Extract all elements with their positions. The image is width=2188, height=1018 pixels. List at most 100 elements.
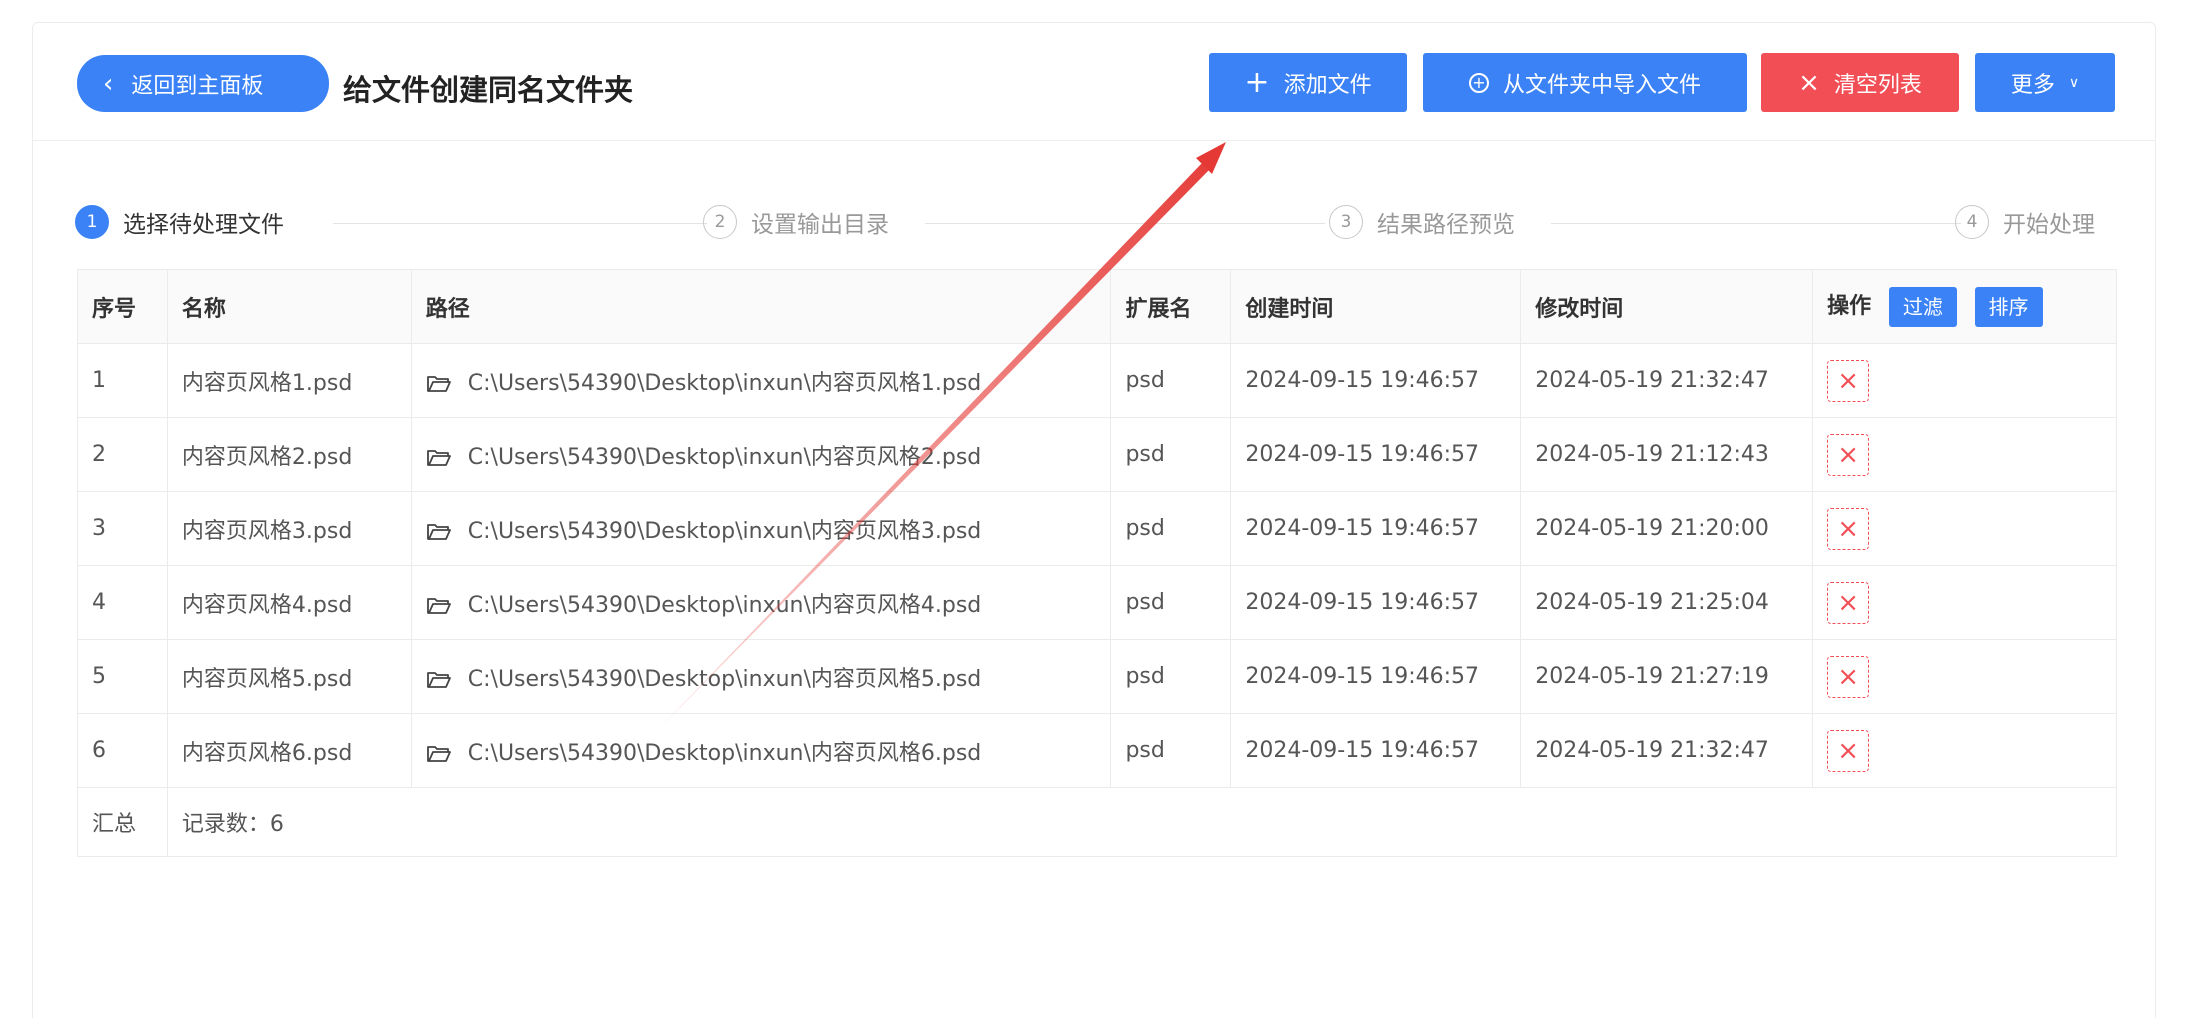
cell-modified: 2024-05-19 21:27:19 — [1520, 639, 1814, 714]
folder-icon — [426, 449, 451, 466]
close-icon: × — [1837, 735, 1860, 766]
cell-created: 2024-09-15 19:46:57 — [1230, 343, 1522, 418]
delete-row-button[interactable]: × — [1827, 581, 1870, 624]
cell-path: C:\Users\54390\Desktop\inxun\内容页风格2.psd — [410, 417, 1112, 492]
cell-modified: 2024-05-19 21:12:43 — [1520, 417, 1814, 492]
cell-ops: × — [1812, 713, 2117, 788]
step-label: 选择待处理文件 — [123, 212, 284, 238]
cell-ext: psd — [1110, 713, 1232, 788]
chevron-down-icon: ∨ — [2068, 74, 2080, 91]
chevron-left-icon: ‹ — [103, 68, 114, 99]
cell-index: 4 — [77, 565, 168, 640]
step-number: 1 — [75, 205, 109, 239]
circle-plus-icon: + — [1468, 72, 1489, 93]
close-icon: × — [1798, 67, 1820, 98]
cell-ops: × — [1812, 491, 2117, 566]
cell-path: C:\Users\54390\Desktop\inxun\内容页风格6.psd — [410, 713, 1112, 788]
more-button[interactable]: 更多 ∨ — [1975, 53, 2115, 112]
cell-ext: psd — [1110, 565, 1232, 640]
table-row: 5 内容页风格5.psd C:\Users\54390\Desktop\inxu… — [77, 639, 2117, 714]
path-text: C:\Users\54390\Desktop\inxun\内容页风格6.psd — [467, 740, 982, 766]
plus-icon: + — [1244, 64, 1270, 100]
cell-created: 2024-09-15 19:46:57 — [1230, 491, 1522, 566]
cell-ext: psd — [1110, 417, 1232, 492]
back-to-dashboard-button[interactable]: ‹ 返回到主面板 — [77, 55, 329, 112]
import-label: 从文件夹中导入文件 — [1502, 72, 1701, 98]
summary-row: 汇总 记录数：6 — [77, 787, 2118, 857]
cell-index: 3 — [77, 491, 168, 566]
add-file-label: 添加文件 — [1283, 72, 1372, 98]
delete-row-button[interactable]: × — [1827, 359, 1870, 402]
close-icon: × — [1837, 661, 1860, 692]
column-header-index: 序号 — [77, 269, 168, 344]
cell-ext: psd — [1110, 491, 1232, 566]
path-text: C:\Users\54390\Desktop\inxun\内容页风格4.psd — [467, 592, 982, 618]
cell-ops: × — [1812, 343, 2117, 418]
cell-created: 2024-09-15 19:46:57 — [1230, 417, 1522, 492]
cell-path: C:\Users\54390\Desktop\inxun\内容页风格5.psd — [410, 639, 1112, 714]
ops-label: 操作 — [1827, 293, 1872, 319]
cell-ops: × — [1812, 639, 2117, 714]
step-connector — [333, 223, 707, 224]
header-bar: ‹ 返回到主面板 给文件创建同名文件夹 + 添加文件 + 从文件夹中导入文件 ×… — [33, 23, 2155, 141]
clear-label: 清空列表 — [1833, 72, 1922, 98]
step-1: 1 选择待处理文件 — [75, 205, 284, 239]
column-header-ext: 扩展名 — [1110, 269, 1232, 344]
step-number: 2 — [703, 205, 737, 239]
cell-modified: 2024-05-19 21:32:47 — [1520, 343, 1814, 418]
add-file-button[interactable]: + 添加文件 — [1209, 53, 1407, 112]
path-text: C:\Users\54390\Desktop\inxun\内容页风格5.psd — [467, 666, 982, 692]
summary-label: 汇总 — [77, 787, 168, 857]
cell-path: C:\Users\54390\Desktop\inxun\内容页风格3.psd — [410, 491, 1112, 566]
cell-modified: 2024-05-19 21:20:00 — [1520, 491, 1814, 566]
cell-modified: 2024-05-19 21:25:04 — [1520, 565, 1814, 640]
sort-button[interactable]: 排序 — [1974, 286, 2043, 327]
table-row: 3 内容页风格3.psd C:\Users\54390\Desktop\inxu… — [77, 491, 2117, 566]
step-connector — [925, 223, 1325, 224]
cell-name: 内容页风格4.psd — [166, 565, 412, 640]
table-row: 2 内容页风格2.psd C:\Users\54390\Desktop\inxu… — [77, 417, 2117, 492]
cell-ops: × — [1812, 565, 2117, 640]
folder-icon — [426, 523, 451, 540]
column-header-ops: 操作 过滤 排序 — [1812, 269, 2117, 344]
step-4: 4 开始处理 — [1955, 205, 2095, 239]
table-row: 6 内容页风格6.psd C:\Users\54390\Desktop\inxu… — [77, 713, 2117, 788]
path-text: C:\Users\54390\Desktop\inxun\内容页风格3.psd — [467, 518, 982, 544]
folder-icon — [426, 597, 451, 614]
cell-name: 内容页风格6.psd — [166, 713, 412, 788]
cell-ext: psd — [1110, 639, 1232, 714]
cell-modified: 2024-05-19 21:32:47 — [1520, 713, 1814, 788]
delete-row-button[interactable]: × — [1827, 655, 1870, 698]
step-label: 结果路径预览 — [1377, 212, 1515, 238]
cell-index: 6 — [77, 713, 168, 788]
cell-created: 2024-09-15 19:46:57 — [1230, 565, 1522, 640]
delete-row-button[interactable]: × — [1827, 433, 1870, 476]
path-text: C:\Users\54390\Desktop\inxun\内容页风格1.psd — [467, 370, 982, 396]
cell-index: 5 — [77, 639, 168, 714]
close-icon: × — [1837, 587, 1860, 618]
step-label: 设置输出目录 — [751, 212, 889, 238]
cell-name: 内容页风格1.psd — [166, 343, 412, 418]
delete-row-button[interactable]: × — [1827, 729, 1870, 772]
path-text: C:\Users\54390\Desktop\inxun\内容页风格2.psd — [467, 444, 982, 470]
cell-name: 内容页风格3.psd — [166, 491, 412, 566]
cell-name: 内容页风格5.psd — [166, 639, 412, 714]
column-header-path: 路径 — [410, 269, 1112, 344]
column-header-modified: 修改时间 — [1520, 269, 1814, 344]
step-label: 开始处理 — [2003, 212, 2095, 238]
delete-row-button[interactable]: × — [1827, 507, 1870, 550]
table-row: 1 内容页风格1.psd C:\Users\54390\Desktop\inxu… — [77, 343, 2117, 418]
summary-count: 记录数：6 — [166, 787, 2118, 857]
table-row: 4 内容页风格4.psd C:\Users\54390\Desktop\inxu… — [77, 565, 2117, 640]
step-number: 4 — [1955, 205, 1989, 239]
file-table: 序号 名称 路径 扩展名 创建时间 修改时间 操作 过滤 排序 1 内容页风格1… — [77, 269, 2118, 857]
step-3: 3 结果路径预览 — [1329, 205, 1515, 239]
folder-icon — [426, 745, 451, 762]
filter-button[interactable]: 过滤 — [1888, 286, 1957, 327]
cell-index: 2 — [77, 417, 168, 492]
cell-path: C:\Users\54390\Desktop\inxun\内容页风格4.psd — [410, 565, 1112, 640]
import-from-folder-button[interactable]: + 从文件夹中导入文件 — [1423, 53, 1747, 112]
clear-list-button[interactable]: × 清空列表 — [1761, 53, 1959, 112]
step-number: 3 — [1329, 205, 1363, 239]
table-header-row: 序号 名称 路径 扩展名 创建时间 修改时间 操作 过滤 排序 — [77, 269, 2117, 344]
